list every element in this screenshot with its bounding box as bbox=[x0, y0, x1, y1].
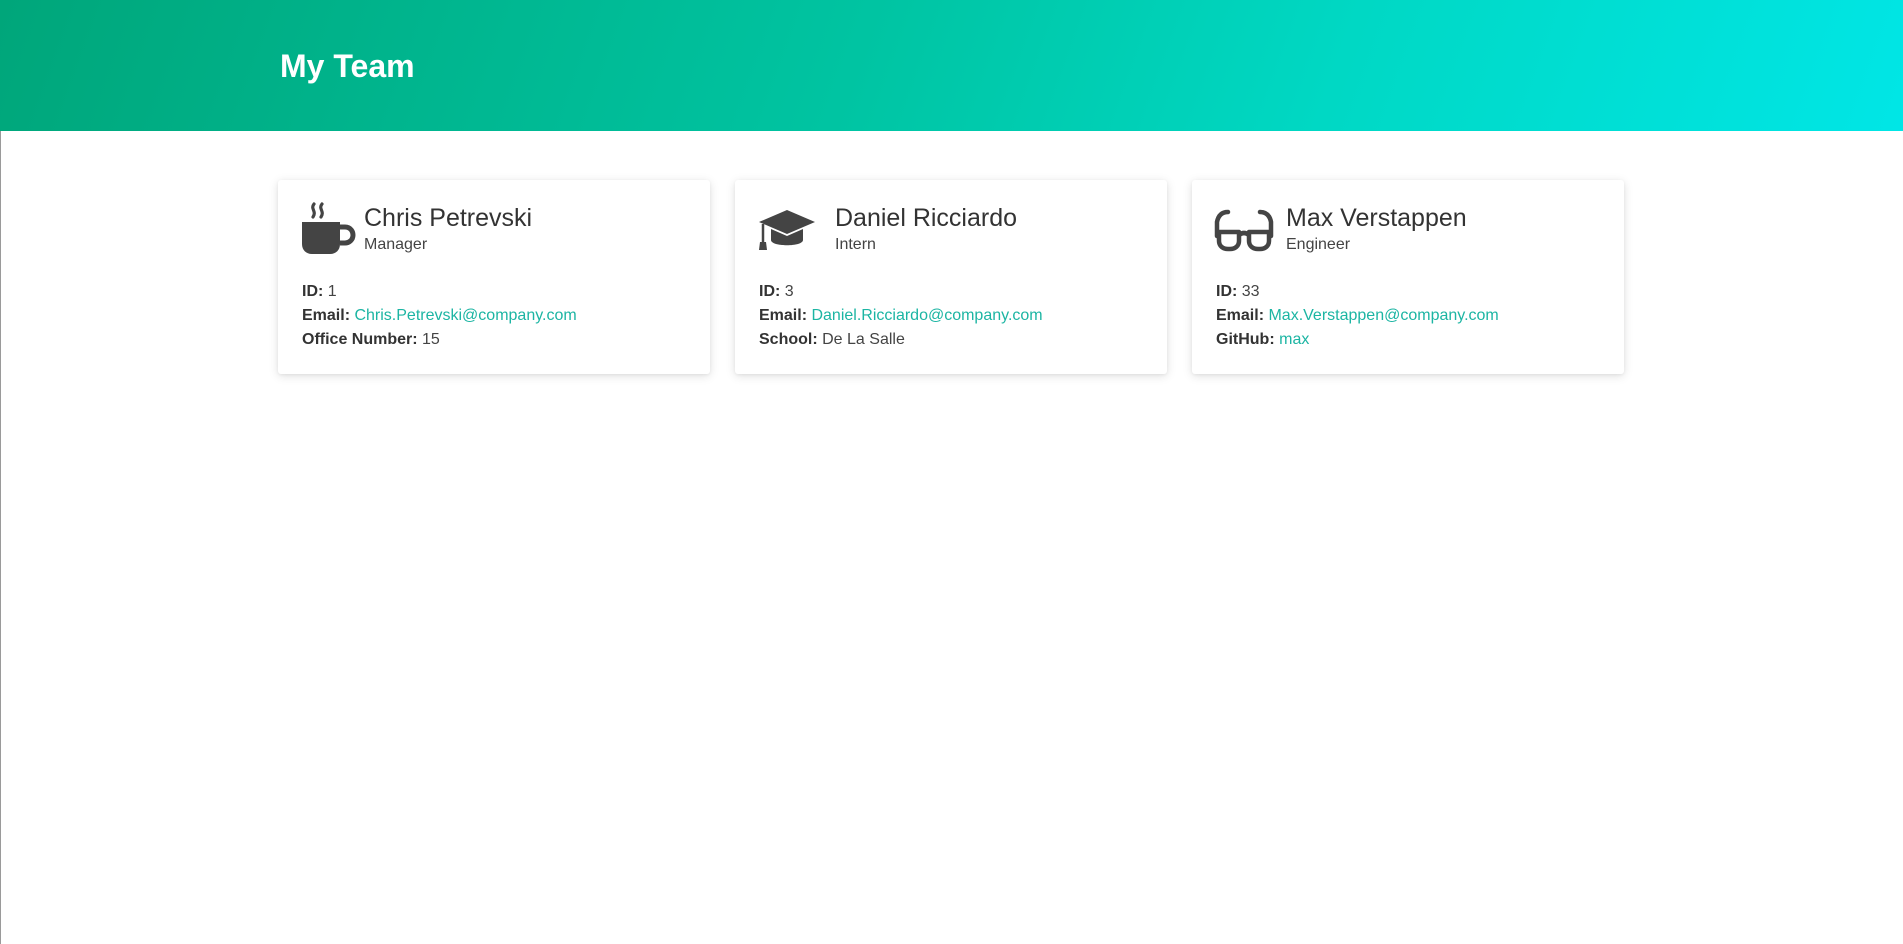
email-label: Email: bbox=[1216, 307, 1265, 324]
id-label: ID: bbox=[1216, 283, 1238, 300]
office-number-label: Office Number: bbox=[302, 331, 418, 348]
office-number-row: Office Number: 15 bbox=[302, 328, 577, 352]
window-edge bbox=[0, 0, 1, 944]
page-title: My Team bbox=[280, 48, 415, 84]
github-row: GitHub: max bbox=[1216, 328, 1499, 352]
email-row: Email: Max.Verstappen@company.com bbox=[1216, 304, 1499, 328]
email-row: Email: Daniel.Ricciardo@company.com bbox=[759, 304, 1043, 328]
id-value: 33 bbox=[1241, 283, 1260, 300]
glasses-icon bbox=[1214, 202, 1274, 258]
employee-name: Max Verstappen bbox=[1286, 204, 1467, 232]
school-row: School: De La Salle bbox=[759, 328, 1043, 352]
email-link[interactable]: Max.Verstappen@company.com bbox=[1268, 307, 1498, 324]
email-link[interactable]: Chris.Petrevski@company.com bbox=[354, 307, 576, 324]
email-label: Email: bbox=[759, 307, 808, 324]
page-header: My Team bbox=[0, 0, 1903, 131]
id-value: 3 bbox=[784, 283, 794, 300]
employee-details: ID: 33 Email: Max.Verstappen@company.com… bbox=[1216, 280, 1499, 352]
github-link[interactable]: max bbox=[1279, 331, 1309, 348]
id-label: ID: bbox=[759, 283, 781, 300]
employee-name: Daniel Ricciardo bbox=[835, 204, 1018, 232]
id-row: ID: 3 bbox=[759, 280, 1043, 304]
employee-role: Intern bbox=[835, 236, 876, 253]
employee-card-engineer: Max Verstappen Engineer ID: 33 Email: Ma… bbox=[1192, 180, 1624, 374]
email-link[interactable]: Daniel.Ricciardo@company.com bbox=[811, 307, 1042, 324]
employee-role: Manager bbox=[364, 236, 428, 253]
id-value: 1 bbox=[327, 283, 337, 300]
email-row: Email: Chris.Petrevski@company.com bbox=[302, 304, 577, 328]
office-number-value: 15 bbox=[422, 331, 440, 348]
employee-card-manager: Chris Petrevski Manager ID: 1 Email: Chr… bbox=[278, 180, 710, 374]
id-label: ID: bbox=[302, 283, 324, 300]
employee-name: Chris Petrevski bbox=[364, 204, 533, 232]
coffee-mug-icon bbox=[300, 202, 360, 258]
school-label: School: bbox=[759, 331, 818, 348]
graduation-cap-icon bbox=[757, 202, 817, 258]
school-value: De La Salle bbox=[822, 331, 905, 348]
employee-details: ID: 1 Email: Chris.Petrevski@company.com… bbox=[302, 280, 577, 352]
id-row: ID: 33 bbox=[1216, 280, 1499, 304]
github-label: GitHub: bbox=[1216, 331, 1275, 348]
employee-details: ID: 3 Email: Daniel.Ricciardo@company.co… bbox=[759, 280, 1043, 352]
id-row: ID: 1 bbox=[302, 280, 577, 304]
email-label: Email: bbox=[302, 307, 351, 324]
employee-card-intern: Daniel Ricciardo Intern ID: 3 Email: Dan… bbox=[735, 180, 1167, 374]
employee-role: Engineer bbox=[1286, 236, 1351, 253]
